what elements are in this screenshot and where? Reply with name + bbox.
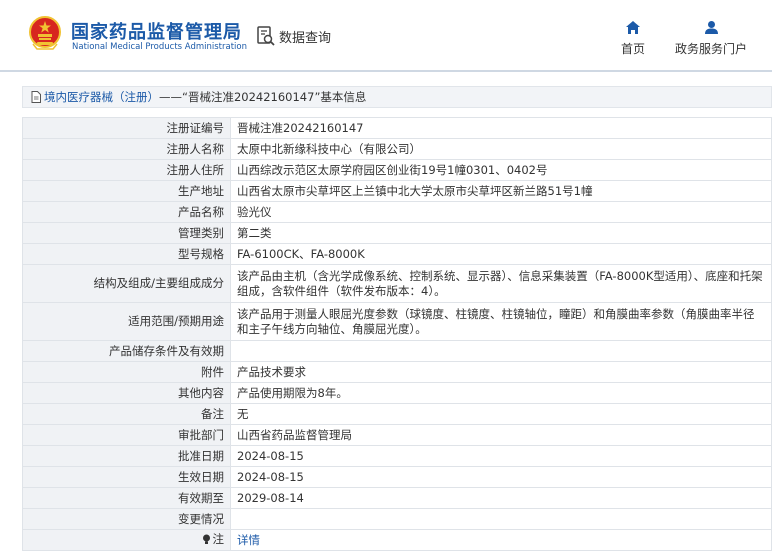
data-query-link[interactable]: 数据查询 bbox=[257, 25, 331, 47]
breadcrumb-title: “晋械注准20242160147”基本信息 bbox=[182, 90, 367, 104]
note-label: 注 bbox=[212, 531, 225, 546]
row-value: 无 bbox=[230, 403, 772, 425]
row-value: 太原中北新缘科技中心（有限公司） bbox=[230, 138, 772, 160]
row-value: 该产品由主机（含光学成像系统、控制系统、显示器）、信息采集装置（FA-8000K… bbox=[230, 264, 772, 303]
data-query-label: 数据查询 bbox=[279, 30, 332, 46]
row-key: 适用范围/预期用途 bbox=[22, 302, 231, 341]
row-key: 产品储存条件及有效期 bbox=[22, 340, 231, 362]
lightbulb-icon bbox=[202, 534, 211, 545]
row-key: 备注 bbox=[22, 403, 231, 425]
row-value: 产品技术要求 bbox=[230, 361, 772, 383]
row-value: 该产品用于测量人眼屈光度参数（球镜度、柱镜度、柱镜轴位，瞳距）和角膜曲率参数（角… bbox=[230, 302, 772, 341]
row-key: 管理类别 bbox=[22, 222, 231, 244]
row-value: 山西综改示范区太原学府园区创业街19号1幢0301、0402号 bbox=[230, 159, 772, 181]
row-value bbox=[230, 340, 772, 362]
breadcrumb-category-link[interactable]: 境内医疗器械（注册） bbox=[44, 89, 159, 105]
detail-link[interactable]: 详情 bbox=[237, 533, 260, 547]
row-key: 有效期至 bbox=[22, 487, 231, 509]
row-value: FA-6100CK、FA-8000K bbox=[230, 243, 772, 265]
nav-home-label: 首页 bbox=[620, 42, 645, 56]
row-key: 注册人名称 bbox=[22, 138, 231, 160]
row-key: 生效日期 bbox=[22, 466, 231, 488]
site-header: 国家药品监督管理局 National Medical Products Admi… bbox=[0, 0, 772, 72]
table-row: 生产地址 山西省太原市尖草坪区上兰镇中北大学太原市尖草坪区新兰路51号1幢 bbox=[22, 180, 772, 202]
nav-home[interactable]: 首页 bbox=[612, 20, 654, 57]
breadcrumb-separator: —— bbox=[159, 90, 182, 104]
table-row: 批准日期 2024-08-15 bbox=[22, 445, 772, 467]
row-value: 2029-08-14 bbox=[230, 487, 772, 509]
row-key: 变更情况 bbox=[22, 508, 231, 530]
site-name-en: National Medical Products Administration bbox=[72, 42, 247, 52]
table-row: 结构及组成/主要组成成分 该产品由主机（含光学成像系统、控制系统、显示器）、信息采… bbox=[22, 264, 772, 303]
table-row: 注册人住所 山西综改示范区太原学府园区创业街19号1幢0301、0402号 bbox=[22, 159, 772, 181]
row-value: 详情 bbox=[230, 529, 772, 551]
table-row: 型号规格 FA-6100CK、FA-8000K bbox=[22, 243, 772, 265]
document-icon bbox=[31, 91, 41, 103]
row-value: 山西省药品监督管理局 bbox=[230, 424, 772, 446]
table-row: 注册人名称 太原中北新缘科技中心（有限公司） bbox=[22, 138, 772, 160]
table-row: 管理类别 第二类 bbox=[22, 222, 772, 244]
nav-service-portal-label: 政务服务门户 bbox=[674, 42, 747, 56]
row-value: 产品使用期限为8年。 bbox=[230, 382, 772, 404]
row-key: 产品名称 bbox=[22, 201, 231, 223]
table-row: 适用范围/预期用途 该产品用于测量人眼屈光度参数（球镜度、柱镜度、柱镜轴位，瞳距）… bbox=[22, 302, 772, 341]
row-key: 审批部门 bbox=[22, 424, 231, 446]
table-row-note: 注 详情 bbox=[22, 529, 772, 551]
table-row: 备注无 bbox=[22, 403, 772, 425]
row-value: 晋械注准20242160147 bbox=[230, 117, 772, 139]
row-key: 附件 bbox=[22, 361, 231, 383]
table-row: 其他内容 产品使用期限为8年。 bbox=[22, 382, 772, 404]
table-row: 有效期至 2029-08-14 bbox=[22, 487, 772, 509]
table-row: 生效日期 2024-08-15 bbox=[22, 466, 772, 488]
info-table: 注册证编号 晋械注准20242160147 注册人名称 太原中北新缘科技中心（有限公司… bbox=[22, 117, 772, 551]
row-key: 批准日期 bbox=[22, 445, 231, 467]
table-row: 产品名称 验光仪 bbox=[22, 201, 772, 223]
table-row: 变更情况 bbox=[22, 508, 772, 530]
national-emblem-logo[interactable] bbox=[29, 16, 61, 50]
table-row: 注册证编号 晋械注准20242160147 bbox=[22, 117, 772, 139]
row-value: 第二类 bbox=[230, 222, 772, 244]
row-key: 其他内容 bbox=[22, 382, 231, 404]
table-row: 审批部门 山西省药品监督管理局 bbox=[22, 424, 772, 446]
document-search-icon bbox=[257, 26, 275, 46]
row-key: 结构及组成/主要组成成分 bbox=[22, 264, 231, 303]
table-row: 产品储存条件及有效期 bbox=[22, 340, 772, 362]
row-key: 注册证编号 bbox=[22, 117, 231, 139]
site-name-cn: 国家药品监督管理局 bbox=[71, 22, 242, 43]
row-key: 型号规格 bbox=[22, 243, 231, 265]
row-value: 2024-08-15 bbox=[230, 445, 772, 467]
row-key: 注 bbox=[22, 529, 231, 551]
user-icon bbox=[704, 21, 718, 34]
nav-service-portal[interactable]: 政务服务门户 bbox=[670, 20, 752, 57]
table-row: 附件 产品技术要求 bbox=[22, 361, 772, 383]
row-key: 生产地址 bbox=[22, 180, 231, 202]
row-value: 山西省太原市尖草坪区上兰镇中北大学太原市尖草坪区新兰路51号1幢 bbox=[230, 180, 772, 202]
home-icon bbox=[626, 21, 640, 34]
row-value bbox=[230, 508, 772, 530]
breadcrumb: 境内医疗器械（注册） —— “晋械注准20242160147”基本信息 bbox=[22, 86, 772, 108]
row-value: 2024-08-15 bbox=[230, 466, 772, 488]
row-value: 验光仪 bbox=[230, 201, 772, 223]
row-key: 注册人住所 bbox=[22, 159, 231, 181]
